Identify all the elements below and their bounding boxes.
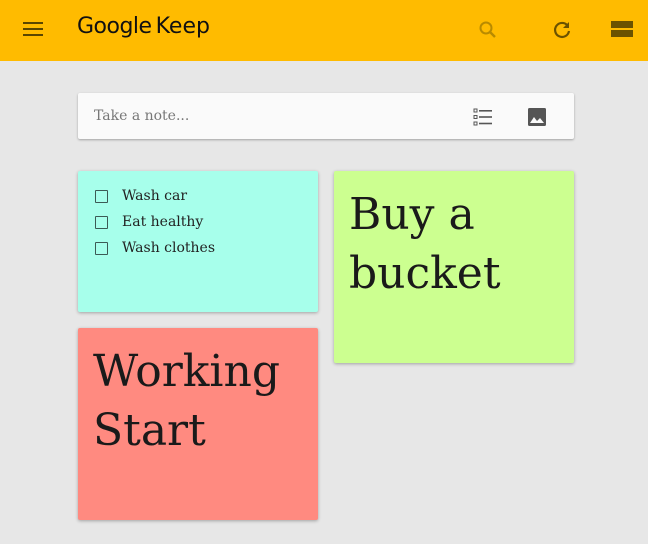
new-list-icon[interactable] <box>471 105 495 129</box>
checkbox[interactable] <box>95 241 108 255</box>
note-text: Buy a bucket <box>349 185 501 303</box>
brand-keep: Keep <box>155 14 210 39</box>
note-text-line: Buy a <box>349 189 475 240</box>
checklist-item-label: Eat healthy <box>122 214 204 230</box>
new-image-icon[interactable] <box>525 105 549 129</box>
checkbox[interactable] <box>95 189 108 203</box>
layout-icon[interactable] <box>608 16 636 44</box>
take-note-composer[interactable] <box>78 93 574 139</box>
note-text-line: Start <box>93 405 206 456</box>
note-card-buy-a-bucket[interactable]: Buy a bucket <box>334 171 574 363</box>
note-card-checklist[interactable]: Wash car Eat healthy Wash clothes <box>78 171 318 312</box>
checklist-item: Eat healthy <box>95 212 203 232</box>
note-card-working-start[interactable]: Working Start <box>78 328 318 520</box>
note-text: Working Start <box>93 342 280 460</box>
checklist-item-label: Wash car <box>122 188 188 204</box>
checkbox[interactable] <box>95 215 108 229</box>
checklist-item: Wash clothes <box>95 238 215 258</box>
brand-google: Google <box>77 14 152 39</box>
note-text-line: bucket <box>349 248 501 299</box>
menu-icon[interactable] <box>23 22 43 38</box>
take-note-input[interactable] <box>92 103 456 129</box>
refresh-icon[interactable] <box>548 16 576 44</box>
note-text-line: Working <box>93 346 280 397</box>
app-logo: Google Keep <box>77 14 210 39</box>
search-icon[interactable] <box>474 16 502 44</box>
top-app-bar: Google Keep <box>0 0 648 61</box>
checklist-item: Wash car <box>95 186 187 206</box>
checklist-item-label: Wash clothes <box>122 240 216 256</box>
